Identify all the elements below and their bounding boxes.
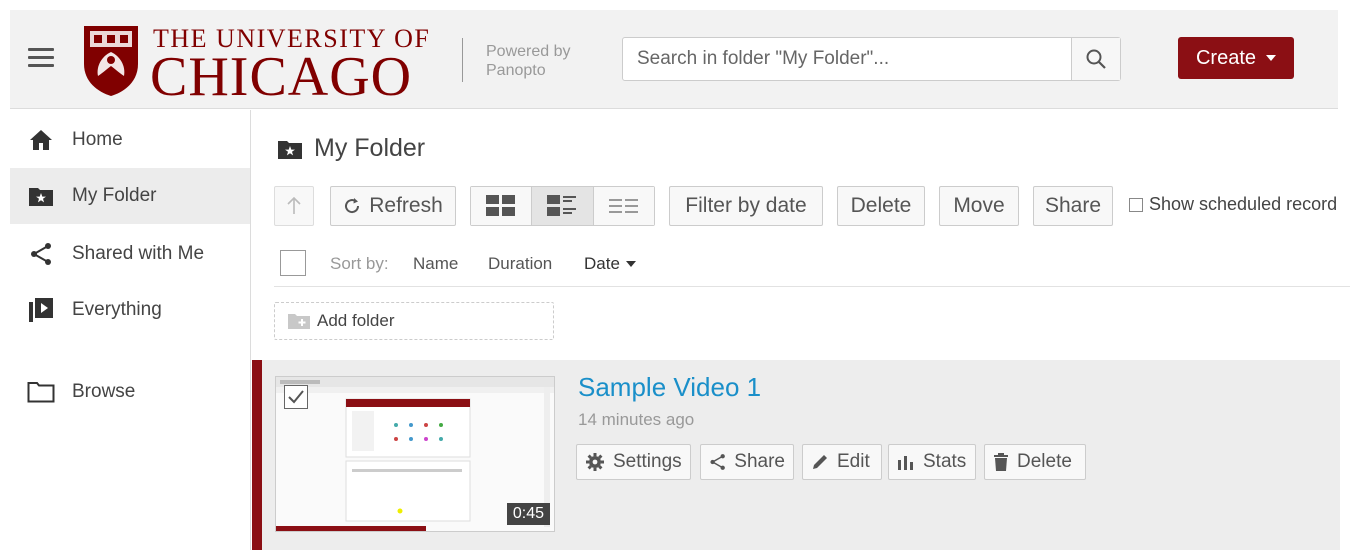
list-view-icon — [608, 199, 638, 213]
video-library-icon — [26, 295, 56, 325]
top-header: THE UNIVERSITY OF CHICAGO Powered by Pan… — [10, 10, 1338, 109]
search-icon — [1086, 49, 1106, 69]
edit-label: Edit — [837, 451, 870, 472]
sidebar-item-shared-with-me[interactable]: Shared with Me — [10, 226, 250, 282]
session-share-label: Share — [734, 451, 785, 472]
sort-by-duration[interactable]: Duration — [488, 254, 552, 274]
search-button[interactable] — [1071, 38, 1120, 80]
share-icon — [26, 239, 56, 269]
share-icon — [710, 454, 725, 470]
view-mode-switcher — [470, 186, 655, 226]
move-button[interactable]: Move — [939, 186, 1019, 226]
create-button-label: Create — [1195, 46, 1257, 69]
sort-bar: Sort by: Name Duration Date — [280, 248, 1350, 280]
folder-star-icon — [26, 181, 56, 211]
sort-by-label: Sort by: — [330, 254, 389, 273]
stats-button[interactable]: Stats — [888, 444, 976, 480]
sidebar-item-label: Home — [72, 129, 123, 150]
session-delete-button[interactable]: Delete — [984, 444, 1086, 480]
brand-name-bottom: CHICAGO — [150, 46, 413, 108]
refresh-icon — [345, 198, 360, 214]
bar-chart-icon — [898, 456, 913, 470]
show-scheduled-label: Show scheduled record — [1149, 194, 1338, 214]
settings-button[interactable]: Settings — [576, 444, 691, 480]
home-icon — [26, 125, 56, 155]
session-delete-label: Delete — [1017, 451, 1072, 472]
pencil-icon — [813, 455, 827, 469]
refresh-label: Refresh — [369, 194, 443, 217]
sidebar-item-label: My Folder — [72, 185, 157, 206]
folder-star-icon — [278, 140, 302, 159]
page-title: My Folder — [276, 134, 425, 163]
add-folder-icon — [288, 314, 310, 329]
add-folder-label: Add folder — [317, 311, 395, 330]
sidebar-item-home[interactable]: Home — [10, 112, 250, 168]
progress-bar — [276, 526, 427, 531]
session-checkbox[interactable] — [284, 385, 308, 409]
arrow-up-icon — [287, 197, 301, 214]
delete-label: Delete — [850, 194, 912, 217]
select-all-checkbox[interactable] — [280, 250, 306, 276]
sidebar-item-everything[interactable]: Everything — [10, 282, 250, 338]
create-button[interactable]: Create — [1178, 37, 1294, 79]
show-scheduled-checkbox[interactable] — [1129, 197, 1143, 212]
menu-icon[interactable] — [28, 48, 54, 70]
up-folder-button[interactable] — [274, 186, 314, 226]
main-content: My Folder Refresh Filter by date Delete — [252, 110, 1350, 550]
caret-down-icon — [625, 261, 636, 267]
search-input[interactable] — [623, 38, 1071, 80]
add-folder-button[interactable]: Add folder — [274, 302, 554, 340]
trash-icon — [994, 453, 1008, 471]
delete-button[interactable]: Delete — [837, 186, 925, 226]
sidebar-item-label: Everything — [72, 299, 162, 320]
sidebar: Home My Folder Shared with Me Everything… — [10, 110, 251, 550]
filter-by-date-label: Filter by date — [685, 194, 807, 217]
share-label: Share — [1044, 194, 1102, 217]
sidebar-item-browse[interactable]: Browse — [10, 364, 250, 420]
view-list-button[interactable] — [593, 187, 654, 225]
university-crest-logo — [84, 26, 138, 96]
sort-by-date[interactable]: Date — [584, 254, 636, 274]
sort-by-name[interactable]: Name — [413, 254, 458, 274]
settings-label: Settings — [613, 451, 682, 472]
powered-by-text: Powered by Panopto — [486, 43, 571, 79]
refresh-button[interactable]: Refresh — [330, 186, 456, 226]
checkmark-icon — [288, 390, 304, 404]
sidebar-item-label: Browse — [72, 381, 136, 402]
session-row[interactable]: 0:45 Sample Video 1 14 minutes ago Setti… — [252, 360, 1340, 550]
folder-icon — [26, 377, 56, 407]
header-divider — [462, 38, 463, 82]
filter-by-date-button[interactable]: Filter by date — [669, 186, 823, 226]
sidebar-item-label: Shared with Me — [72, 243, 205, 264]
search-box — [622, 37, 1121, 81]
edit-button[interactable]: Edit — [802, 444, 882, 480]
detail-view-icon — [547, 195, 577, 216]
gear-icon — [586, 453, 604, 471]
session-title-link[interactable]: Sample Video 1 — [578, 372, 761, 403]
share-button[interactable]: Share — [1033, 186, 1113, 226]
view-detail-button[interactable] — [531, 187, 594, 225]
show-scheduled-toggle[interactable]: Show scheduled record — [1129, 194, 1350, 215]
selected-indicator — [252, 360, 262, 550]
stats-label: Stats — [923, 451, 967, 472]
sidebar-item-my-folder[interactable]: My Folder — [10, 168, 250, 224]
divider — [274, 286, 1350, 287]
session-share-button[interactable]: Share — [700, 444, 794, 480]
session-timestamp: 14 minutes ago — [578, 410, 695, 429]
duration-badge: 0:45 — [506, 503, 550, 525]
view-thumbnail-button[interactable] — [471, 187, 532, 225]
sort-by-date-label: Date — [584, 254, 620, 273]
caret-down-icon — [1266, 55, 1277, 61]
folder-title-text: My Folder — [314, 134, 426, 162]
move-label: Move — [953, 194, 1005, 217]
session-thumbnail[interactable]: 0:45 — [275, 376, 555, 532]
grid-view-icon — [486, 195, 516, 216]
